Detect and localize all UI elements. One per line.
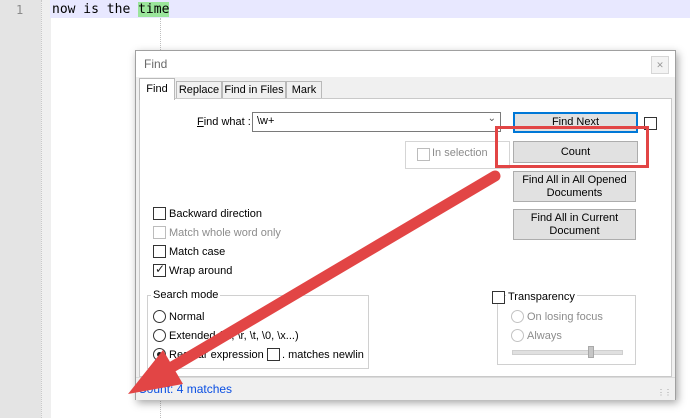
backward-direction-label: Backward direction <box>169 208 262 220</box>
on-losing-focus-label: On losing focus <box>527 311 603 323</box>
match-case-checkbox[interactable] <box>153 245 166 258</box>
search-mode-title: Search mode <box>151 289 221 301</box>
match-whole-word-label: Match whole word only <box>169 227 281 239</box>
tab-find[interactable]: Find <box>139 78 175 100</box>
fold-margin <box>41 0 51 418</box>
transparency-slider-thumb[interactable] <box>588 346 594 358</box>
dialog-title: Find <box>144 57 168 71</box>
transparency-title: Transparency <box>506 291 577 303</box>
wrap-around-label: Wrap around <box>169 265 233 277</box>
match-case-label: Match case <box>169 246 226 258</box>
dialog-titlebar[interactable]: Find ✕ <box>136 51 675 77</box>
tab-mark[interactable]: Mark <box>286 81 322 99</box>
normal-label: Normal <box>169 311 205 323</box>
always-label: Always <box>527 330 562 342</box>
close-button[interactable]: ✕ <box>651 56 669 74</box>
chevron-down-icon[interactable]: ⌄ <box>488 113 496 124</box>
regular-expression-radio[interactable] <box>153 348 166 361</box>
check-icon: ✓ <box>155 262 166 276</box>
normal-radio[interactable] <box>153 310 166 323</box>
transparency-checkbox[interactable] <box>492 291 505 304</box>
find-what-combobox[interactable]: \w+ ⌄ <box>252 112 501 132</box>
find-what-label-text: ind what : <box>203 116 251 128</box>
tab-replace[interactable]: Replace <box>176 81 222 99</box>
find-what-label: Find what : <box>197 116 251 128</box>
backward-direction-checkbox[interactable] <box>153 207 166 220</box>
wrap-around-checkbox[interactable]: ✓ <box>153 262 166 277</box>
status-bar: Count: 4 matches ⋮⋮ <box>136 377 675 400</box>
regular-expression-label: Regular expression <box>169 349 264 361</box>
find-all-current-document-button[interactable]: Find All in Current Document <box>513 209 636 240</box>
matches-newline-label: . matches newline <box>282 349 364 361</box>
tab-find-in-files[interactable]: Find in Files <box>222 81 286 99</box>
in-selection-checkbox[interactable] <box>417 148 430 161</box>
extended-radio[interactable] <box>153 329 166 342</box>
find-what-accel: F <box>197 116 204 128</box>
find-dialog: Find ✕ Find Replace Find in Files Mark F… <box>135 50 676 400</box>
on-losing-focus-radio[interactable] <box>511 310 524 323</box>
editor-text: now is the <box>52 2 139 17</box>
match-whole-word-checkbox[interactable] <box>153 226 166 239</box>
extended-label: Extended (\n, \r, \t, \0, \x...) <box>169 330 299 342</box>
radio-selected-dot <box>157 352 162 357</box>
always-radio[interactable] <box>511 329 524 342</box>
status-message: Count: 4 matches <box>138 382 233 396</box>
find-all-opened-documents-button[interactable]: Find All in All Opened Documents <box>513 171 636 202</box>
annotation-highlight-box <box>495 126 649 168</box>
editor-line-1[interactable]: now is the time <box>52 2 170 17</box>
match-highlight: time <box>138 2 170 17</box>
matches-newline-checkbox[interactable] <box>267 348 280 361</box>
in-selection-label: In selection <box>432 147 488 159</box>
close-icon: ✕ <box>656 60 664 70</box>
transparency-slider-track[interactable] <box>512 350 623 355</box>
resize-grip-icon[interactable]: ⋮⋮ <box>657 388 672 397</box>
line-number: 1 <box>16 3 24 17</box>
find-what-value: \w+ <box>257 115 275 127</box>
